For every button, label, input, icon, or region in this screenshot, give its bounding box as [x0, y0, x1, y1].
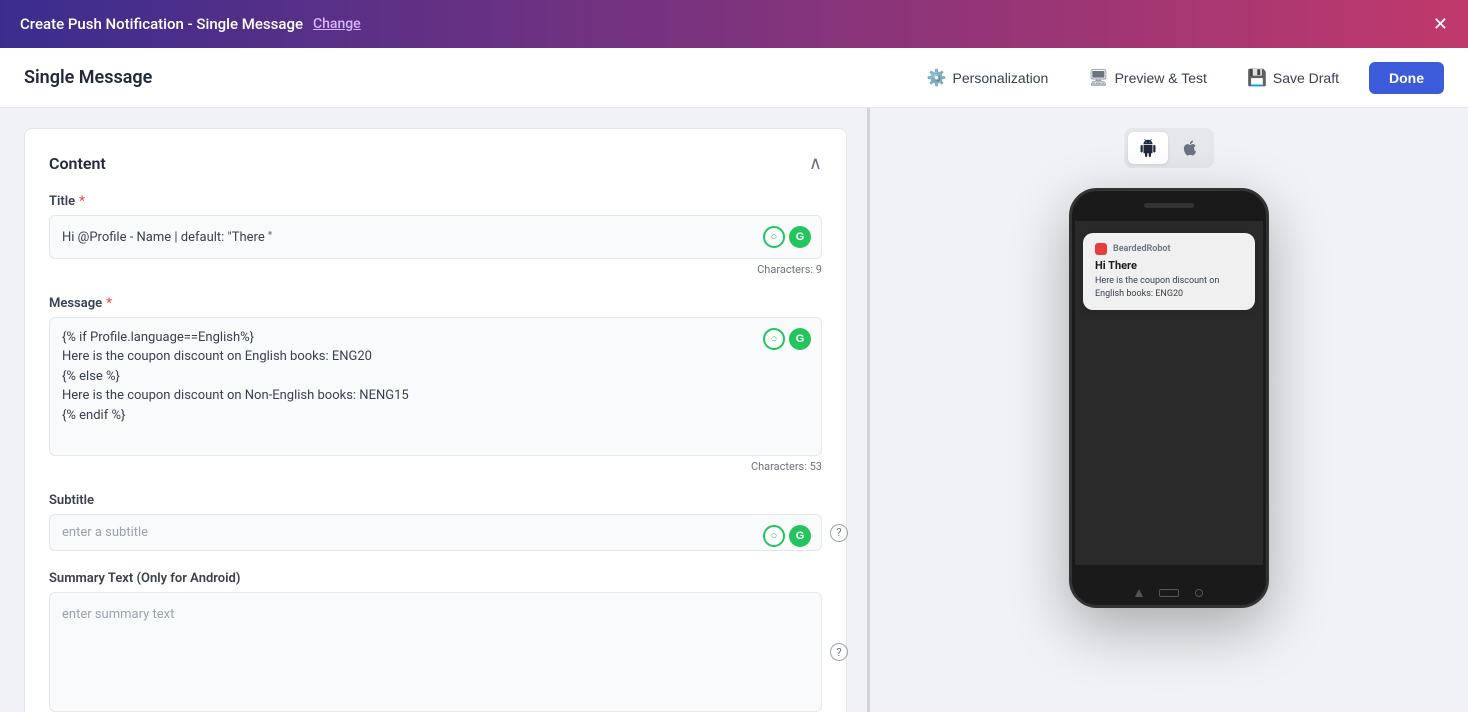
- left-panel: Content ∧ Title * Hi @Profile - Name | d…: [0, 108, 870, 712]
- content-card-header: Content ∧: [49, 153, 822, 174]
- home-button-icon: [1159, 589, 1179, 597]
- subtitle-label: Subtitle: [49, 493, 822, 508]
- toolbar-actions: ⚙️ Personalization 🖥 Preview & Test 💾 Sa…: [917, 62, 1444, 94]
- notif-app-name: BeardedRobot: [1113, 244, 1171, 254]
- subtitle-input-container: enter a subtitle ○ G ?: [49, 514, 822, 551]
- summary-field-group: Summary Text (Only for Android) enter su…: [49, 571, 822, 712]
- subtitle-input[interactable]: enter a subtitle ○ G: [49, 514, 822, 551]
- title-grammarly-btn[interactable]: G: [789, 226, 811, 248]
- subtitle-field-group: Subtitle enter a subtitle ○ G ?: [49, 493, 822, 551]
- content-section-title: Content: [49, 154, 106, 173]
- message-line2: Here is the coupon discount on English b…: [62, 347, 771, 367]
- message-label: Message *: [49, 296, 822, 311]
- collapse-button[interactable]: ∧: [809, 153, 822, 174]
- message-required-star: *: [106, 296, 112, 311]
- title-label: Title *: [49, 194, 822, 209]
- phone-home-bar: [1135, 589, 1203, 597]
- title-field-icons: ○ G: [763, 226, 811, 248]
- back-button-icon: [1135, 589, 1143, 597]
- title-value: Hi @Profile - Name | default: "There ": [62, 230, 272, 245]
- message-text: {% if Profile.language==English%} Here i…: [62, 328, 771, 426]
- preview-test-label: Preview & Test: [1115, 70, 1207, 86]
- ios-toggle-btn[interactable]: [1170, 132, 1210, 164]
- summary-placeholder: enter summary text: [62, 607, 174, 622]
- save-draft-label: Save Draft: [1273, 70, 1339, 86]
- message-grammarly-btn[interactable]: G: [789, 328, 811, 350]
- notif-title: Hi There: [1095, 259, 1243, 272]
- subtitle-field-icons: ○ G: [763, 525, 811, 547]
- phone-screen: BeardedRobot Hi There Here is the coupon…: [1075, 221, 1263, 565]
- subtitle-emoji-btn[interactable]: ○: [763, 525, 785, 547]
- recents-button-icon: [1195, 589, 1203, 597]
- done-button[interactable]: Done: [1369, 62, 1444, 94]
- message-line3: {% else %}: [62, 367, 771, 387]
- message-line5: {% endif %}: [62, 406, 771, 426]
- change-link[interactable]: Change: [313, 16, 361, 32]
- message-input-container: {% if Profile.language==English%} Here i…: [49, 317, 822, 457]
- message-field-icons: ○ G: [763, 328, 811, 350]
- required-star: *: [79, 194, 85, 209]
- summary-input[interactable]: enter summary text: [49, 592, 822, 712]
- device-toggle: [1124, 128, 1214, 168]
- title-field-group: Title * Hi @Profile - Name | default: "T…: [49, 194, 822, 276]
- summary-label: Summary Text (Only for Android): [49, 571, 822, 586]
- message-input[interactable]: {% if Profile.language==English%} Here i…: [49, 317, 822, 457]
- monitor-icon: 🖥: [1088, 68, 1108, 88]
- main-layout: Content ∧ Title * Hi @Profile - Name | d…: [0, 108, 1468, 712]
- message-line4: Here is the coupon discount on Non-Engli…: [62, 386, 771, 406]
- personalization-button[interactable]: ⚙️ Personalization: [917, 62, 1059, 94]
- phone-notification: BeardedRobot Hi There Here is the coupon…: [1083, 233, 1255, 310]
- save-icon: 💾: [1247, 68, 1267, 88]
- subtitle-placeholder: enter a subtitle: [62, 525, 148, 540]
- message-emoji-btn[interactable]: ○: [763, 328, 785, 350]
- title-char-count: Characters: 9: [49, 263, 822, 276]
- right-panel: BeardedRobot Hi There Here is the coupon…: [870, 108, 1468, 712]
- content-card: Content ∧ Title * Hi @Profile - Name | d…: [24, 128, 847, 712]
- secondary-bar: Single Message ⚙️ Personalization 🖥 Prev…: [0, 48, 1468, 108]
- subtitle-grammarly-btn[interactable]: G: [789, 525, 811, 547]
- personalization-label: Personalization: [953, 70, 1049, 86]
- summary-input-container: enter summary text ?: [49, 592, 822, 712]
- top-bar: Create Push Notification - Single Messag…: [0, 0, 1468, 48]
- title-emoji-btn[interactable]: ○: [763, 226, 785, 248]
- message-char-count: Characters: 53: [49, 460, 822, 473]
- subtitle-help-icon[interactable]: ?: [830, 524, 848, 542]
- notif-header: BeardedRobot: [1095, 243, 1243, 255]
- notif-app-icon: [1095, 243, 1107, 255]
- save-draft-button[interactable]: 💾 Save Draft: [1237, 62, 1349, 94]
- close-button[interactable]: ✕: [1433, 14, 1448, 35]
- title-input[interactable]: Hi @Profile - Name | default: "There " ○…: [49, 215, 822, 259]
- message-line1: {% if Profile.language==English%}: [62, 328, 771, 348]
- top-bar-title: Create Push Notification - Single Messag…: [20, 15, 303, 33]
- notif-body: Here is the coupon discount on English b…: [1095, 275, 1243, 300]
- preview-test-button[interactable]: 🖥 Preview & Test: [1078, 62, 1217, 94]
- android-toggle-btn[interactable]: [1128, 132, 1168, 164]
- summary-help-icon[interactable]: ?: [830, 643, 848, 661]
- title-input-container: Hi @Profile - Name | default: "There " ○…: [49, 215, 822, 259]
- phone-speaker: [1144, 203, 1194, 208]
- top-bar-left: Create Push Notification - Single Messag…: [20, 15, 361, 33]
- phone-mockup: BeardedRobot Hi There Here is the coupon…: [1069, 188, 1269, 608]
- gear-icon: ⚙️: [927, 68, 947, 88]
- message-field-group: Message * {% if Profile.language==Englis…: [49, 296, 822, 474]
- page-title: Single Message: [24, 67, 152, 88]
